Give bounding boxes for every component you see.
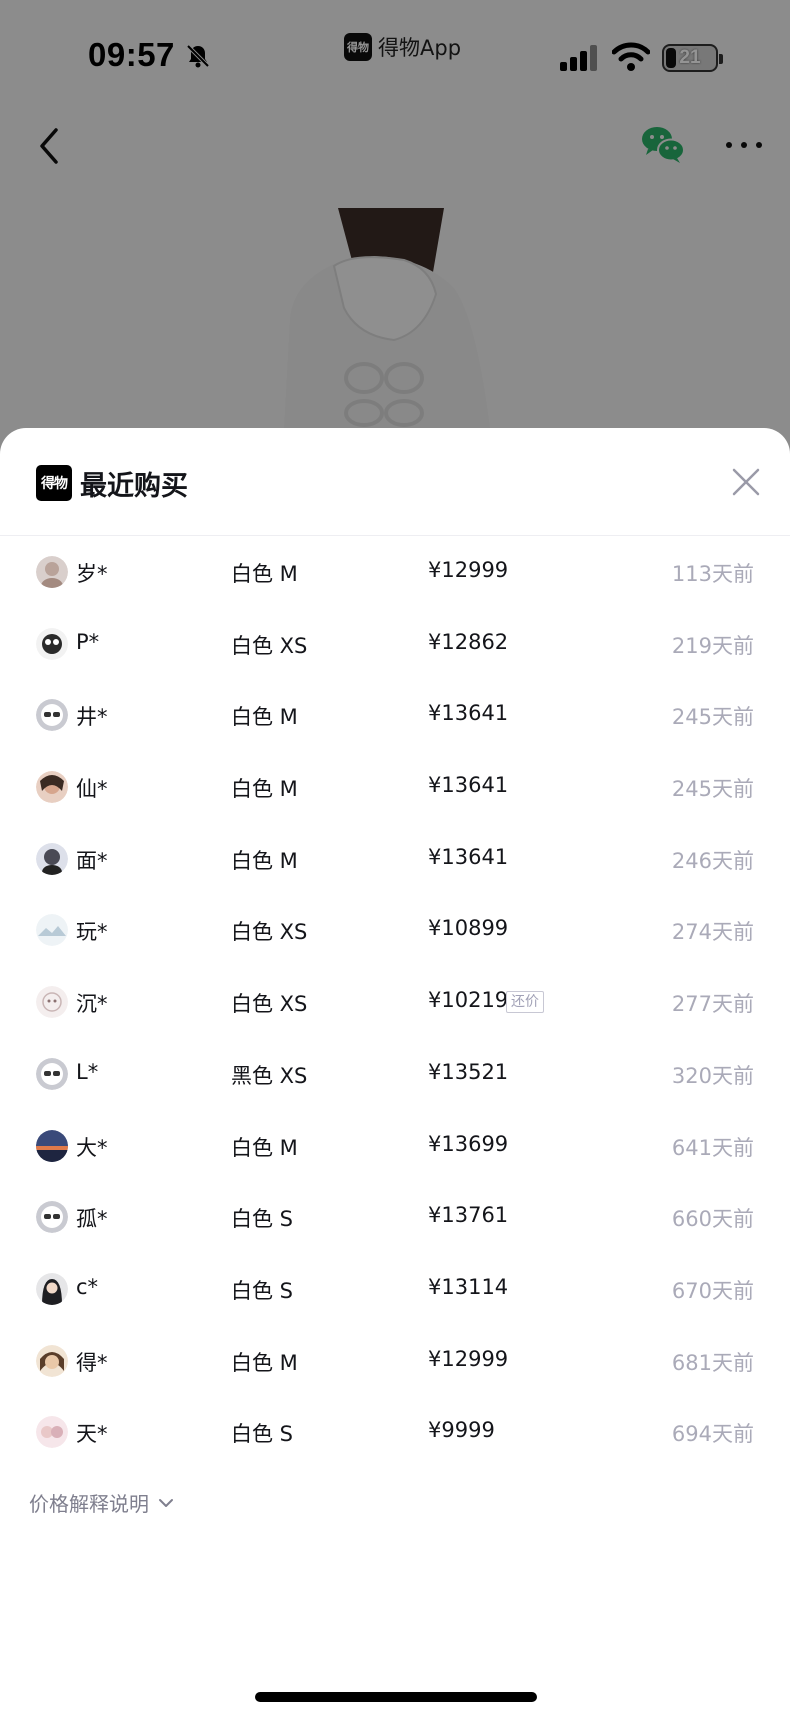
item-spec: 白色 M bbox=[231, 848, 298, 873]
item-price: ¥13699 bbox=[428, 1131, 509, 1156]
purchase-time: 219天前 bbox=[671, 633, 754, 658]
item-spec: 白色 M bbox=[231, 705, 298, 730]
item-price: ¥9999 bbox=[428, 1418, 495, 1443]
avatar bbox=[36, 771, 68, 804]
item-price: ¥13521 bbox=[428, 1059, 509, 1084]
item-spec: 白色 M bbox=[231, 1350, 298, 1375]
item-price: ¥10899 bbox=[428, 916, 509, 941]
item-spec: 白色 XS bbox=[231, 633, 308, 658]
price-explanation-toggle[interactable]: 价格解释说明 bbox=[29, 1488, 175, 1517]
item-price: ¥13641 bbox=[428, 773, 509, 798]
buyer-name: 孤* bbox=[76, 1207, 108, 1232]
purchase-row: 面* 白色 M ¥13641 246天前 bbox=[0, 823, 790, 895]
item-price: ¥13641 bbox=[428, 701, 509, 726]
avatar bbox=[36, 1129, 68, 1162]
item-price: ¥10219 bbox=[428, 988, 509, 1013]
purchase-row: 得* 白色 M ¥12999 681天前 bbox=[0, 1325, 790, 1397]
item-price: ¥13761 bbox=[428, 1203, 509, 1228]
buyer-name: 天* bbox=[76, 1422, 108, 1447]
avatar bbox=[36, 1416, 68, 1449]
buyer-name: c* bbox=[76, 1274, 99, 1299]
item-spec: 白色 M bbox=[231, 1135, 298, 1160]
avatar bbox=[36, 986, 68, 1019]
purchase-row: L* 黑色 XS ¥13521 320天前 bbox=[0, 1038, 790, 1110]
avatar bbox=[36, 556, 68, 588]
item-spec: 白色 XS bbox=[231, 992, 308, 1017]
item-price: ¥12999 bbox=[428, 558, 509, 582]
item-spec: 白色 S bbox=[231, 1278, 294, 1303]
purchase-time: 277天前 bbox=[671, 992, 754, 1017]
item-price: ¥13641 bbox=[428, 844, 509, 869]
purchase-row: 大* 白色 M ¥13699 641天前 bbox=[0, 1110, 790, 1182]
purchase-time: 113天前 bbox=[671, 562, 754, 586]
item-spec: 白色 M bbox=[231, 562, 298, 586]
purchase-row: 玩* 白色 XS ¥10899 274天前 bbox=[0, 894, 790, 966]
avatar bbox=[36, 627, 68, 660]
avatar bbox=[36, 1057, 68, 1090]
purchase-time: 641天前 bbox=[671, 1135, 754, 1160]
buyer-name: 得* bbox=[76, 1350, 108, 1375]
purchase-row: 井* 白色 M ¥13641 245天前 bbox=[0, 679, 790, 751]
purchase-row: c* 白色 S ¥13114 670天前 bbox=[0, 1253, 790, 1325]
item-spec: 白色 S bbox=[231, 1207, 294, 1232]
buyer-name: 大* bbox=[76, 1135, 108, 1160]
avatar bbox=[36, 1201, 68, 1234]
buyer-name: P* bbox=[76, 629, 100, 654]
buyer-name: 沉* bbox=[76, 992, 108, 1017]
item-spec: 白色 M bbox=[231, 777, 298, 802]
purchase-row: 岁* 白色 M ¥12999 113天前 bbox=[0, 536, 790, 608]
chevron-down-icon bbox=[159, 1498, 173, 1507]
buyer-name: L* bbox=[76, 1059, 99, 1084]
buyer-name: 井* bbox=[76, 705, 108, 730]
avatar bbox=[36, 914, 68, 947]
brand-logo: 得物 bbox=[36, 465, 72, 501]
avatar bbox=[36, 842, 68, 875]
close-icon[interactable] bbox=[730, 466, 762, 498]
buyer-name: 岁* bbox=[76, 562, 108, 586]
purchase-time: 245天前 bbox=[671, 705, 754, 730]
buyer-name: 玩* bbox=[76, 920, 108, 945]
purchase-time: 670天前 bbox=[671, 1278, 754, 1303]
purchase-time: 246天前 bbox=[671, 848, 754, 873]
item-spec: 白色 S bbox=[231, 1422, 294, 1447]
purchase-time: 660天前 bbox=[671, 1207, 754, 1232]
purchase-time: 274天前 bbox=[671, 920, 754, 945]
purchase-time: 245天前 bbox=[671, 777, 754, 802]
bargain-badge: 还价 bbox=[506, 991, 544, 1014]
recent-purchases-sheet: 得物 最近购买 岁* 白色 M ¥12999 113天前 P* 白色 XS ¥1… bbox=[0, 428, 790, 1716]
item-price: ¥13114 bbox=[428, 1274, 509, 1299]
sheet-title: 最近购买 bbox=[80, 471, 188, 502]
avatar bbox=[36, 1344, 68, 1377]
purchase-row: 沉* 白色 XS ¥10219 还价 277天前 bbox=[0, 966, 790, 1038]
purchase-time: 681天前 bbox=[671, 1350, 754, 1375]
avatar bbox=[36, 1272, 68, 1305]
buyer-name: 仙* bbox=[76, 777, 108, 802]
buyer-name: 面* bbox=[76, 848, 108, 873]
avatar bbox=[36, 699, 68, 732]
purchase-list: 岁* 白色 M ¥12999 113天前 P* 白色 XS ¥12862 219… bbox=[0, 536, 790, 1468]
purchase-row: 仙* 白色 M ¥13641 245天前 bbox=[0, 751, 790, 823]
purchase-time: 320天前 bbox=[671, 1063, 754, 1088]
home-indicator[interactable] bbox=[255, 1692, 537, 1702]
price-explanation-label: 价格解释说明 bbox=[29, 1492, 149, 1516]
purchase-row: 天* 白色 S ¥9999 694天前 bbox=[0, 1396, 790, 1468]
sheet-header: 得物 最近购买 bbox=[0, 428, 790, 536]
item-price: ¥12862 bbox=[428, 629, 509, 654]
purchase-row: P* 白色 XS ¥12862 219天前 bbox=[0, 608, 790, 680]
item-spec: 白色 XS bbox=[231, 920, 308, 945]
purchase-row: 孤* 白色 S ¥13761 660天前 bbox=[0, 1181, 790, 1253]
purchase-time: 694天前 bbox=[671, 1422, 754, 1447]
item-price: ¥12999 bbox=[428, 1346, 509, 1371]
item-spec: 黑色 XS bbox=[231, 1063, 308, 1088]
